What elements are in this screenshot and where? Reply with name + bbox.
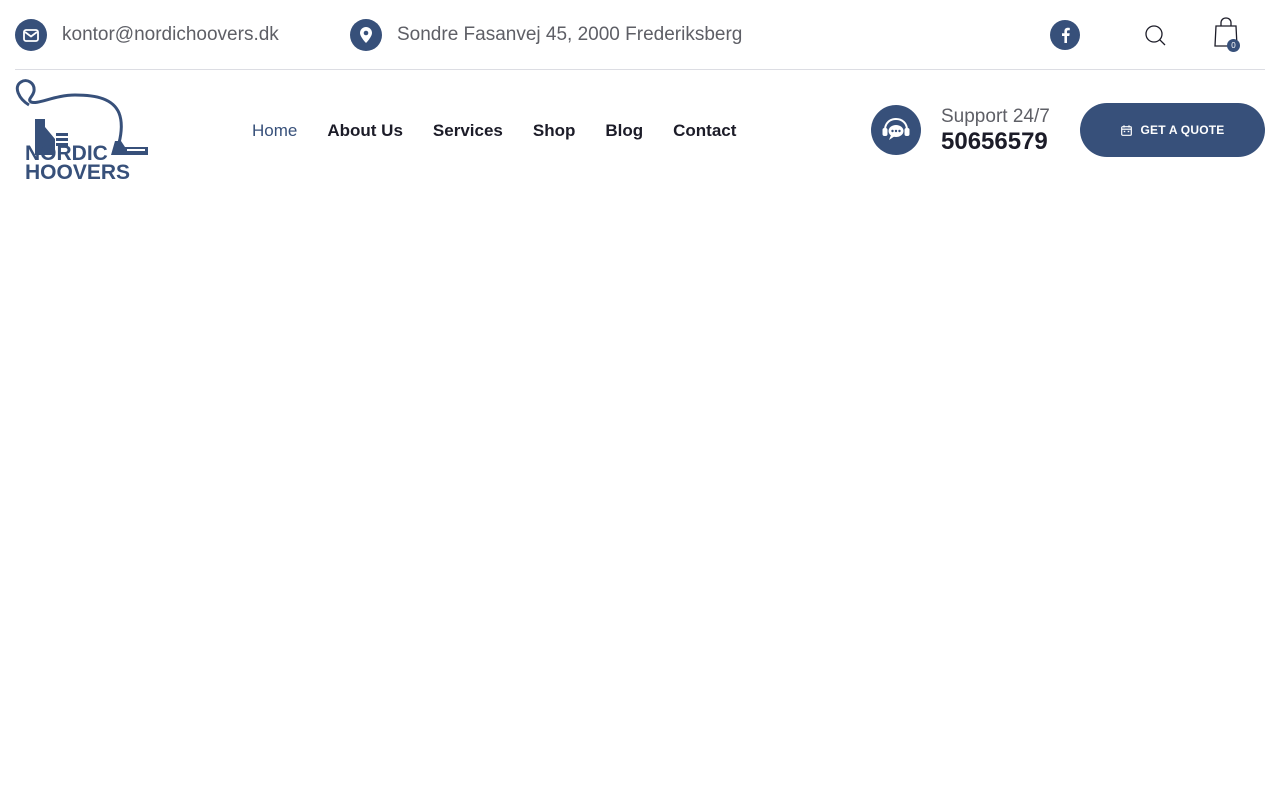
email-contact[interactable]: kontor@nordichoovers.dk	[15, 19, 279, 51]
calendar-icon	[1120, 124, 1132, 136]
nav-contact[interactable]: Contact	[673, 121, 736, 141]
envelope-icon	[15, 19, 47, 51]
email-text[interactable]: kontor@nordichoovers.dk	[62, 24, 279, 46]
nav-about-us[interactable]: About Us	[327, 121, 403, 141]
get-a-quote-label: GET A QUOTE	[1140, 123, 1225, 137]
support-phone[interactable]: 50656579	[941, 128, 1048, 156]
get-a-quote-button[interactable]: GET A QUOTE	[1080, 103, 1265, 157]
nav-blog[interactable]: Blog	[605, 121, 643, 141]
cart-count-badge: 0	[1227, 39, 1240, 52]
logo-line-2: HOOVERS	[25, 161, 130, 183]
main-nav: Home About Us Services Shop Blog Contact	[252, 118, 736, 144]
map-pin-icon	[350, 19, 382, 51]
facebook-icon[interactable]	[1050, 20, 1080, 50]
address-contact: Sondre Fasanvej 45, 2000 Frederiksberg	[350, 19, 742, 51]
nav-shop[interactable]: Shop	[533, 121, 576, 141]
site-logo[interactable]: NORDIC HOOVERS	[15, 79, 151, 184]
search-icon[interactable]	[1143, 23, 1167, 47]
address-text: Sondre Fasanvej 45, 2000 Frederiksberg	[397, 24, 743, 45]
support-label: Support 24/7	[941, 106, 1050, 127]
nav-services[interactable]: Services	[433, 121, 503, 141]
nav-home[interactable]: Home	[252, 121, 297, 141]
headset-chat-icon	[871, 105, 921, 155]
